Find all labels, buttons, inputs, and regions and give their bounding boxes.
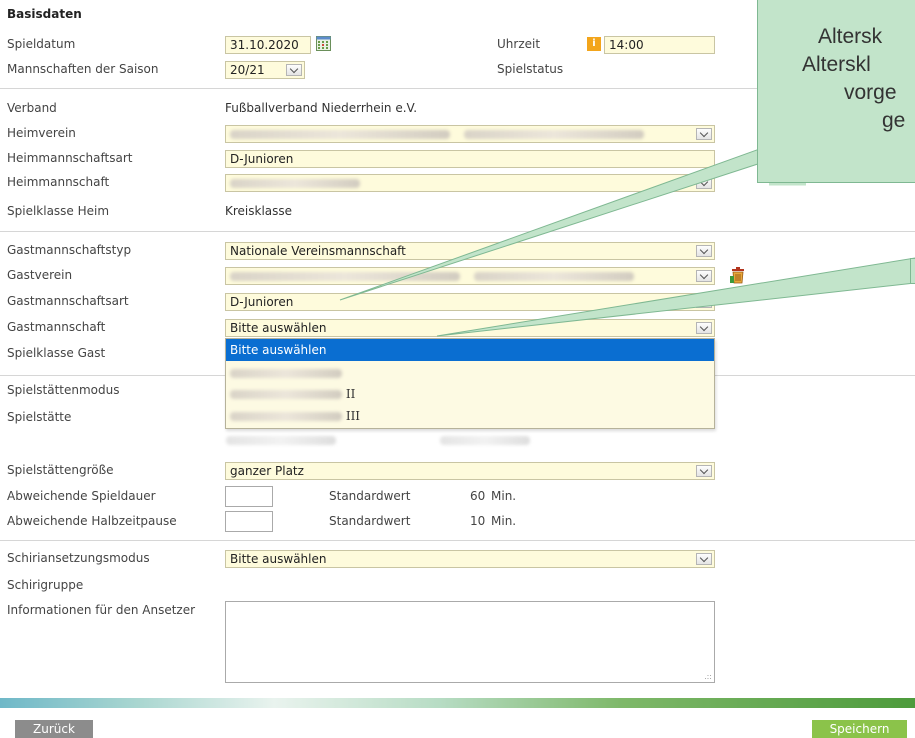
callout-line-2: Alterskl [802,53,871,76]
footer-gradient-bar [0,698,915,708]
save-button[interactable]: Speichern [812,720,907,738]
callout-box-2 [910,258,915,284]
back-button[interactable]: Zurück [15,720,93,738]
callout-line-3: vorge [844,81,897,104]
callout-box: Altersk Alterskl vorge ge [757,0,915,183]
callout-line-1: Altersk [818,25,883,48]
callout-line-4: ge [882,109,906,132]
